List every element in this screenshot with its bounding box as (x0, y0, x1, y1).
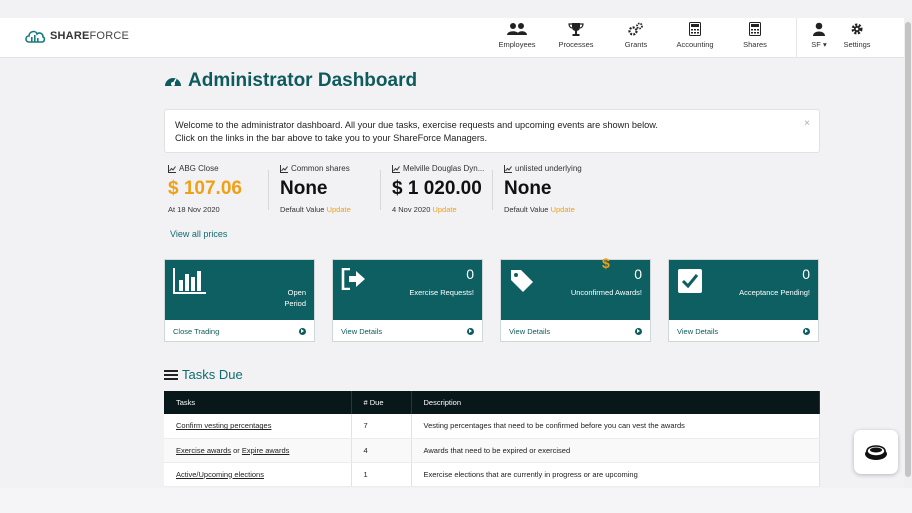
chat-bubble-icon (865, 445, 887, 460)
gear-icon (851, 23, 863, 35)
arrow-circle-right-icon (467, 327, 474, 335)
nav-shares[interactable]: Shares (725, 22, 785, 49)
table-header-row: Tasks # Due Description (164, 391, 820, 414)
price-value: $ 107.06 (168, 178, 242, 199)
price-value: None (280, 178, 328, 199)
line-chart-icon (504, 164, 512, 173)
price-summary: ABG Close $ 107.06 At 18 Nov 2020 Common… (164, 164, 824, 220)
line-chart-icon (392, 164, 400, 173)
card-open-period: Open Period Close Trading (164, 259, 315, 342)
page-title: Administrator Dashboard (164, 70, 417, 92)
chat-widget-button[interactable] (854, 430, 898, 474)
column-header-due: # Due (351, 391, 412, 414)
task-link-confirm-vesting[interactable]: Confirm vesting percentages (176, 421, 271, 430)
update-link[interactable]: Update (551, 205, 575, 214)
user-icon (813, 22, 825, 36)
trophy-icon (568, 23, 584, 36)
caret-down-icon: ▾ (820, 40, 827, 49)
tag-icon (511, 270, 533, 292)
view-details-link[interactable]: View Details (501, 320, 650, 342)
price-divider (268, 170, 269, 210)
bar-chart-icon (173, 268, 206, 294)
tasks-table: Tasks # Due Description Confirm vesting … (164, 391, 820, 487)
welcome-alert: Welcome to the administrator dashboard. … (164, 109, 820, 153)
arrow-circle-right-icon (635, 327, 642, 335)
price-value: $ 1 020.00 (392, 178, 482, 199)
cloud-logo-icon (25, 30, 46, 43)
view-all-prices-link[interactable]: View all prices (170, 229, 227, 239)
dollar-marker: $ (602, 255, 610, 271)
nav-grants[interactable]: Grants (606, 22, 666, 49)
line-chart-icon (168, 164, 176, 173)
nav-settings[interactable]: Settings (827, 22, 887, 49)
view-details-link[interactable]: View Details (333, 320, 482, 342)
table-row: Confirm vesting percentages 7 Vesting pe… (164, 414, 820, 439)
card-exercise-requests: 0 Exercise Requests! View Details (332, 259, 483, 342)
close-trading-link[interactable]: Close Trading (165, 320, 314, 342)
calculator-icon (689, 22, 701, 36)
scrollbar-thumb[interactable] (905, 22, 911, 477)
price-divider (380, 170, 381, 210)
arrow-circle-right-icon (299, 327, 306, 335)
table-row: Exercise awards or Expire awards 4 Award… (164, 438, 820, 463)
arrow-circle-right-icon (803, 327, 810, 335)
tasks-due-heading: Tasks Due (164, 367, 243, 382)
alert-line-1: Welcome to the administrator dashboard. … (175, 120, 658, 130)
table-row: Active/Upcoming elections 1 Exercise ele… (164, 462, 820, 487)
task-link-expire-awards[interactable]: Expire awards (242, 446, 290, 455)
price-melville-douglas: Melville Douglas Dyn... $ 1 020.00 4 Nov… (392, 164, 504, 216)
card-acceptance-pending: 0 Acceptance Pending! View Details (668, 259, 819, 342)
nav-processes[interactable]: Processes (546, 22, 606, 49)
dashboard-gauge-icon (165, 78, 181, 86)
update-link[interactable]: Update (327, 205, 351, 214)
view-details-link[interactable]: View Details (669, 320, 818, 342)
vertical-scrollbar[interactable] (904, 18, 912, 488)
check-square-icon (678, 269, 702, 293)
price-divider (492, 170, 493, 210)
top-navbar: SHAREFORCE Employees Processes Grants Ac… (0, 18, 912, 58)
gears-icon (628, 22, 643, 36)
price-abg-close: ABG Close $ 107.06 At 18 Nov 2020 (168, 164, 280, 216)
task-link-exercise-awards[interactable]: Exercise awards (176, 446, 231, 455)
nav-accounting[interactable]: Accounting (665, 22, 725, 49)
alert-line-2: Click on the links in the bar above to t… (175, 133, 488, 143)
column-header-tasks: Tasks (164, 391, 352, 414)
price-value: None (504, 178, 552, 199)
sign-out-icon (341, 268, 365, 290)
line-chart-icon (280, 164, 288, 173)
tasks-list-icon (164, 369, 178, 380)
brand-logo[interactable]: SHAREFORCE (24, 28, 129, 44)
card-unconfirmed-awards: 0 Unconfirmed Awards! View Details (500, 259, 651, 342)
alert-close-button[interactable]: × (804, 117, 810, 130)
nav-employees[interactable]: Employees (487, 22, 547, 49)
column-header-description: Description (411, 391, 820, 414)
users-icon (507, 23, 527, 35)
brand-name: SHAREFORCE (50, 30, 130, 42)
price-unlisted-underlying: unlisted underlying None Default Value U… (504, 164, 616, 216)
update-link[interactable]: Update (432, 205, 456, 214)
bottom-strip (0, 488, 912, 513)
price-common-shares: Common shares None Default Value Update (280, 164, 392, 216)
task-link-elections[interactable]: Active/Upcoming elections (176, 470, 264, 479)
calculator-icon (749, 22, 761, 36)
